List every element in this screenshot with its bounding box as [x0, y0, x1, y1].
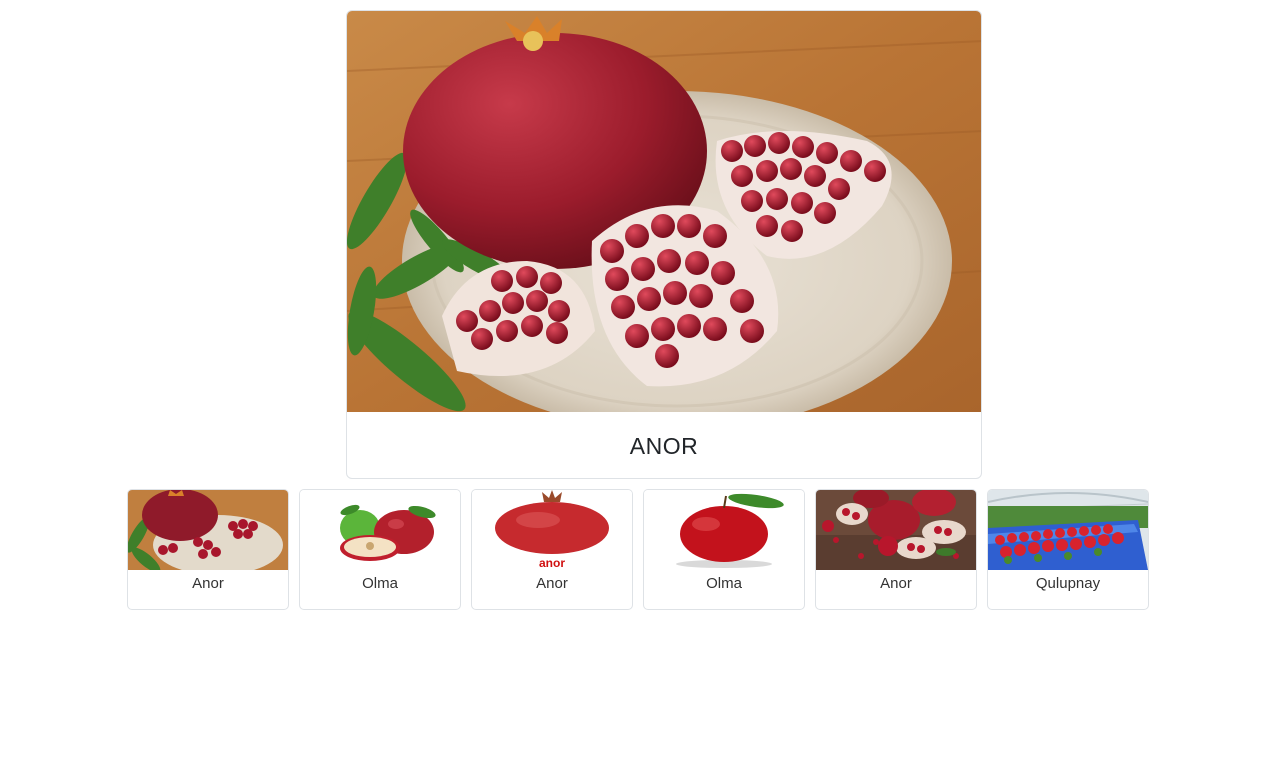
main-fruit-title: ANOR: [629, 432, 699, 459]
main-fruit-card: ANOR: [346, 10, 982, 479]
apples-thumbnail: [300, 490, 460, 570]
thumbnail-label: Qulupnay: [1035, 575, 1101, 592]
pomegranate-thumbnail: anor: [472, 490, 632, 570]
thumbnail-label: Anor: [880, 575, 912, 592]
thumbnail-card[interactable]: Olma: [299, 489, 461, 610]
strawberry-greenhouse-thumbnail: [988, 490, 1148, 570]
thumbnail-card[interactable]: Olma: [643, 489, 805, 610]
thumbnail-label: Anor: [192, 575, 224, 592]
thumbnail-card[interactable]: anor Anor: [471, 489, 633, 610]
thumbnail-card[interactable]: Qulupnay: [987, 489, 1149, 610]
thumbnail-label: Olma: [362, 575, 398, 592]
thumbnail-label: Anor: [536, 575, 568, 592]
red-apple-thumbnail: [644, 490, 804, 570]
thumbnail-card[interactable]: Anor: [127, 489, 289, 610]
thumbnail-label: Olma: [706, 575, 742, 592]
thumbnail-gallery: Anor Olma anor Anor Olma Anor Qulupnay: [127, 489, 1151, 610]
main-fruit-image: [347, 11, 981, 412]
pomegranate-image-text: anor: [539, 556, 565, 570]
pomegranate-on-plate-thumbnail: [128, 490, 288, 570]
thumbnail-card[interactable]: Anor: [815, 489, 977, 610]
pomegranates-on-table-thumbnail: [816, 490, 976, 570]
